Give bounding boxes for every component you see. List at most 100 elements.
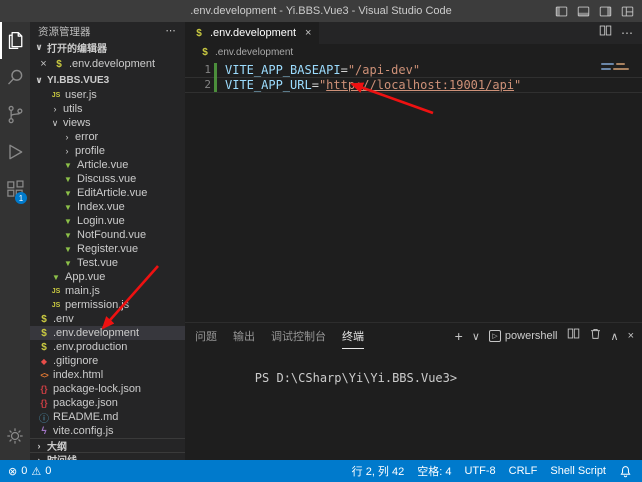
tree-item-label: utils [63,103,83,115]
run-debug-icon[interactable] [0,133,30,170]
split-terminal-icon[interactable] [567,327,580,345]
code-line-2[interactable]: 2VITE_APP_URL="http://localhost:19001/ap… [185,77,642,93]
customize-layout-icon[interactable] [621,5,634,18]
problems-status[interactable]: ⊗ 0 ⚠ 0 [8,465,51,478]
tree-item-package-lock.json[interactable]: {}package-lock.json [30,382,185,396]
tree-item-Login.vue[interactable]: ▼Login.vue [30,214,185,228]
toggle-secondary-sidebar-icon[interactable] [599,5,612,18]
tree-item-Test.vue[interactable]: ▼Test.vue [30,256,185,270]
settings-gear-icon[interactable] [0,417,30,454]
tree-item-.env[interactable]: $.env [30,312,185,326]
tab-label: .env.development [210,27,296,39]
split-editor-icon[interactable] [599,24,612,42]
outline-section[interactable]: › 大纲 [30,438,185,452]
close-icon[interactable]: × [305,27,311,39]
tree-item-vite.config.js[interactable]: ϟvite.config.js [30,424,185,438]
toggle-sidebar-icon[interactable] [555,5,568,18]
vue-icon: ▼ [62,217,74,226]
maximize-panel-icon[interactable]: ∧ [611,330,619,343]
vue-icon: ▼ [62,245,74,254]
panel-tab-输出[interactable]: 输出 [233,323,255,349]
status-indentation[interactable]: 空格: 4 [417,463,451,479]
code-line-1[interactable]: 1VITE_APP_BASEAPI="/api-dev" [185,63,642,77]
timeline-section[interactable]: › 时间线 [30,452,185,460]
status-cursor-position[interactable]: 行 2, 列 42 [352,463,405,479]
env-icon: $ [38,342,50,353]
tree-item-NotFound.vue[interactable]: ▼NotFound.vue [30,228,185,242]
tree-item-label: .env [53,313,74,325]
terminal-output[interactable]: PS D:\CSharp\Yi\Yi.BBS.Vue3> [185,349,642,407]
project-root-header[interactable]: ∨ YI.BBS.VUE3 [30,73,185,88]
tab-env-development[interactable]: $ .env.development × [185,22,319,44]
more-actions-icon[interactable]: ⋯ [166,25,178,37]
tree-item-label: Discuss.vue [77,173,136,185]
chevron-down-icon: ∨ [50,118,60,129]
code-editor[interactable]: 1VITE_APP_BASEAPI="/api-dev"2VITE_APP_UR… [185,60,642,322]
extensions-icon[interactable]: 1 [0,170,30,207]
tree-item-label: permission.js [65,299,129,311]
tree-item-.gitignore[interactable]: ◆.gitignore [30,354,185,368]
open-editor-item[interactable]: × $ .env.development [30,55,185,73]
tree-item-user.js[interactable]: JSuser.js [30,88,185,102]
extensions-badge: 1 [15,192,27,204]
tree-item-Discuss.vue[interactable]: ▼Discuss.vue [30,172,185,186]
tree-item-main.js[interactable]: JSmain.js [30,284,185,298]
kill-terminal-icon[interactable] [589,327,602,345]
explorer-icon[interactable] [0,22,30,59]
search-icon[interactable] [0,59,30,96]
terminal-shell-icon: ▷ [489,330,501,342]
notifications-bell-icon[interactable] [619,465,632,478]
tree-item-Register.vue[interactable]: ▼Register.vue [30,242,185,256]
tree-item-label: NotFound.vue [77,229,146,241]
code-token: "/api-dev" [348,63,420,77]
panel-tabs: 问题输出调试控制台终端 [195,323,364,349]
tree-item-README.md[interactable]: ⓘREADME.md [30,410,185,424]
js-icon: JS [50,302,62,309]
more-actions-icon[interactable]: ⋯ [621,26,633,40]
tree-item-views[interactable]: ∨views [30,116,185,130]
tree-item-label: package-lock.json [53,383,141,395]
tree-item-label: user.js [65,89,97,101]
tree-item-Index.vue[interactable]: ▼Index.vue [30,200,185,214]
shell-name: powershell [505,330,558,342]
js-icon: JS [50,92,62,99]
timeline-label: 时间线 [47,452,77,460]
vue-icon: ▼ [50,273,62,282]
tree-item-profile[interactable]: ›profile [30,144,185,158]
tree-item-permission.js[interactable]: JSpermission.js [30,298,185,312]
toggle-panel-icon[interactable] [577,5,590,18]
chevron-right-icon: › [34,441,44,451]
html-icon: <> [38,371,50,380]
sidebar-title: 资源管理器 [38,24,91,39]
sidebar-header: 资源管理器 ⋯ [30,22,185,40]
breadcrumb[interactable]: $ .env.development [185,44,642,60]
terminal-dropdown-icon[interactable]: ∨ [472,330,480,343]
tree-item-.env.production[interactable]: $.env.production [30,340,185,354]
project-root-label: YI.BBS.VUE3 [47,75,109,86]
tree-item-package.json[interactable]: {}package.json [30,396,185,410]
tree-item-EditArticle.vue[interactable]: ▼EditArticle.vue [30,186,185,200]
close-icon[interactable]: × [38,58,49,70]
close-panel-icon[interactable]: × [628,330,634,342]
chevron-down-icon: ∨ [34,42,44,53]
tree-item-label: profile [75,145,105,157]
shell-selector[interactable]: ▷ powershell [489,330,558,342]
tree-item-utils[interactable]: ›utils [30,102,185,116]
tree-item-index.html[interactable]: <>index.html [30,368,185,382]
new-terminal-icon[interactable]: + [455,328,463,344]
tree-item-error[interactable]: ›error [30,130,185,144]
minimap[interactable] [601,63,637,73]
json-icon: {} [38,398,50,408]
panel-tab-调试控制台[interactable]: 调试控制台 [271,323,326,349]
status-eol[interactable]: CRLF [509,465,538,477]
status-language-mode[interactable]: Shell Script [550,465,606,477]
source-control-icon[interactable] [0,96,30,133]
panel-tab-终端[interactable]: 终端 [342,323,364,349]
panel-tab-问题[interactable]: 问题 [195,323,217,349]
tree-item-.env.development[interactable]: $.env.development [30,326,185,340]
chevron-down-icon: ∨ [34,75,44,86]
status-encoding[interactable]: UTF-8 [464,465,495,477]
tree-item-App.vue[interactable]: ▼App.vue [30,270,185,284]
tree-item-Article.vue[interactable]: ▼Article.vue [30,158,185,172]
open-editors-header[interactable]: ∨ 打开的编辑器 [30,40,185,55]
